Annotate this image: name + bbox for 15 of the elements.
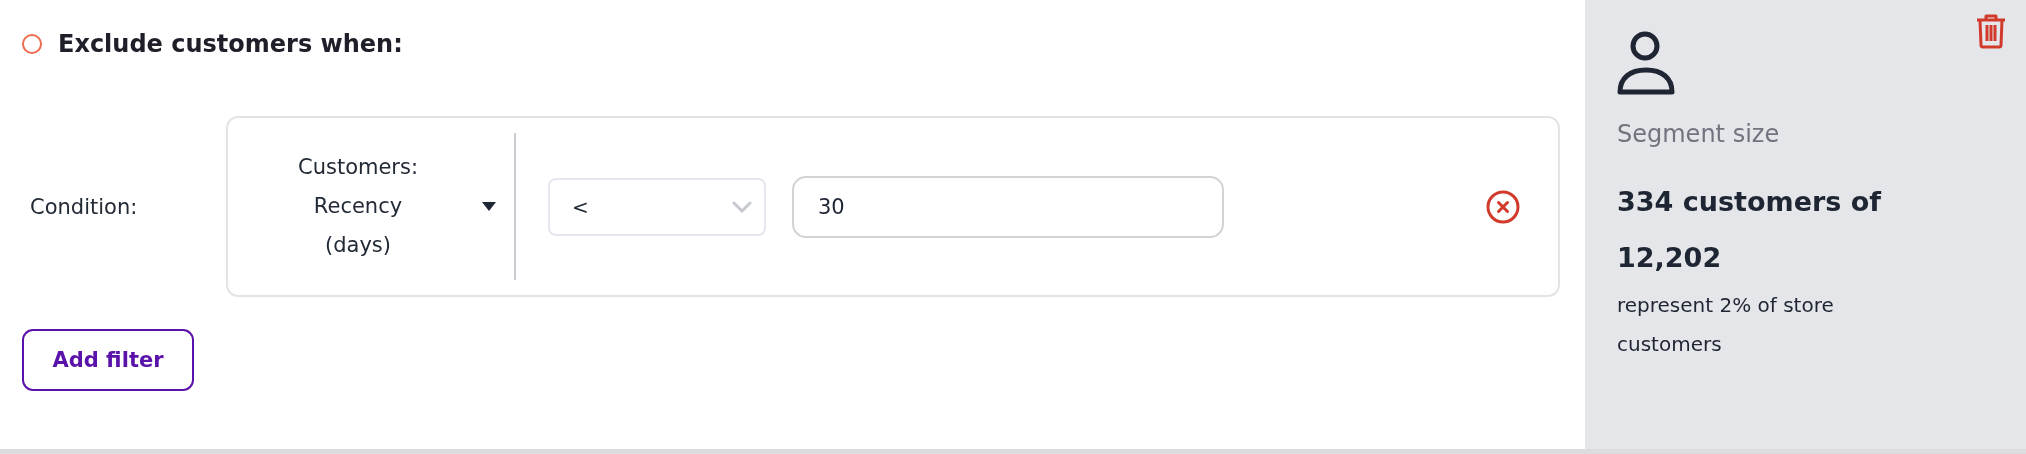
trash-icon[interactable] xyxy=(1976,13,2006,49)
field-select[interactable]: Customers: Recency (days) xyxy=(228,133,516,280)
condition-label: Condition: xyxy=(29,194,139,219)
rule-title: Exclude customers when: xyxy=(58,30,403,58)
segment-count: 334 customers of 12,202 xyxy=(1617,185,1883,275)
segment-title: Segment size xyxy=(1617,120,1781,148)
person-icon xyxy=(1617,30,1675,96)
value-input[interactable]: 30 xyxy=(792,175,1224,238)
radio-button[interactable] xyxy=(22,34,42,54)
chevron-down-icon xyxy=(732,200,752,213)
caret-icon xyxy=(482,202,496,211)
segment-description: represent 2% of store customers xyxy=(1617,292,1835,358)
add-filter-button[interactable]: Add filter xyxy=(22,329,194,391)
remove-icon[interactable] xyxy=(1486,189,1520,224)
operator-select[interactable]: < xyxy=(548,177,766,236)
